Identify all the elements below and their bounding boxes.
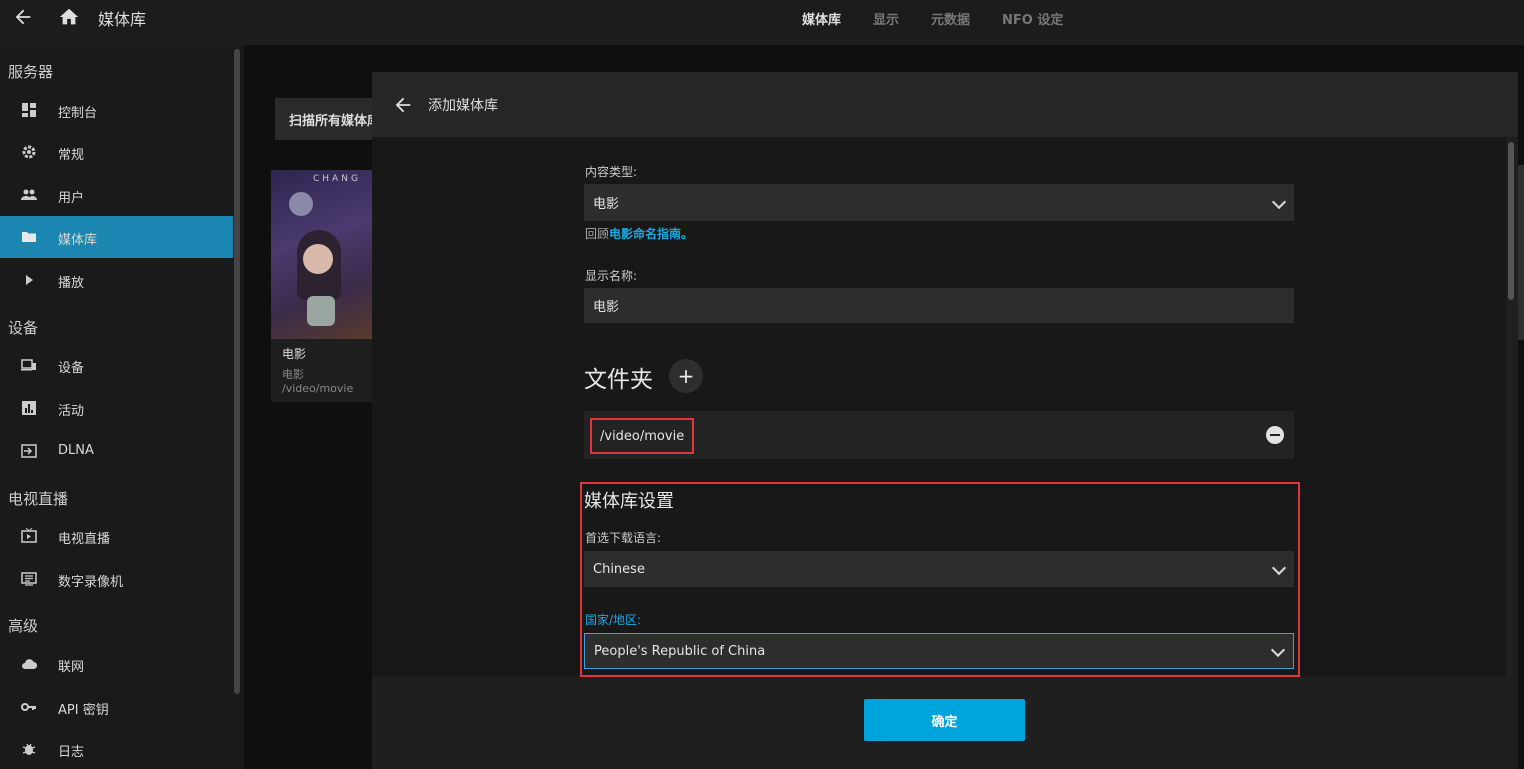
back-arrow-icon[interactable] (12, 6, 34, 28)
top-tabs: 媒体库 显示 元数据 NFO 设定 (786, 0, 1079, 32)
display-name-input[interactable]: 电影 (584, 288, 1294, 323)
content-type-label: 内容类型: (585, 165, 638, 179)
folders-heading: 文件夹 (584, 367, 653, 393)
activity-icon (22, 401, 36, 415)
preferred-language-value: Chinese (593, 561, 645, 577)
sidebar-item-livetv[interactable]: 电视直播 (0, 515, 233, 557)
section-advanced: 高级 (8, 617, 39, 635)
sidebar-item-label: 控制台 (58, 106, 98, 121)
sidebar-item-label: 电视直播 (58, 532, 111, 547)
sidebar-item-label: 媒体库 (58, 233, 98, 248)
sidebar-item-label: 设备 (58, 361, 85, 376)
sidebar-item-label: 联网 (58, 660, 85, 675)
sidebar-item-playback[interactable]: 播放 (0, 259, 233, 301)
plus-icon: + (677, 364, 695, 388)
tab-metadata[interactable]: 元数据 (915, 0, 986, 32)
live-tv-icon (21, 528, 37, 543)
back-arrow-icon[interactable] (392, 94, 414, 116)
sidebar-item-label: 常规 (58, 148, 85, 163)
tab-nfo-settings[interactable]: NFO 设定 (986, 0, 1079, 32)
sidebar-item-label: 播放 (58, 276, 85, 291)
scan-all-libraries-button[interactable]: 扫描所有媒体库 (275, 98, 385, 140)
add-library-dialog: 添加媒体库 内容类型: 电影 回顾电影命名指南。 显示名称: 电影 文件夹 + … (372, 72, 1518, 769)
sidebar-item-label: 活动 (58, 404, 85, 419)
sidebar-item-users[interactable]: 用户 (0, 174, 233, 216)
sidebar-item-label: DLNA (58, 443, 94, 458)
country-select[interactable]: People's Republic of China (584, 633, 1294, 669)
tab-libraries[interactable]: 媒体库 (786, 0, 857, 32)
sidebar-item-networking[interactable]: 联网 (0, 643, 233, 685)
add-folder-button[interactable]: + (669, 359, 703, 393)
library-name: 电影 (282, 347, 307, 361)
library-card[interactable]: CHANG 电影 电影 /video/movie (271, 170, 381, 402)
devices-icon (21, 359, 36, 371)
folder-icon (22, 232, 36, 242)
chevron-down-icon (1271, 560, 1287, 576)
sidebar-item-dashboard[interactable]: 控制台 (0, 89, 233, 131)
sidebar: 服务器 控制台 常规 用户 媒体库 播放 设备 设备 活动 DLNA 电视直播 … (0, 45, 244, 769)
sidebar-item-devices[interactable]: 设备 (0, 344, 233, 386)
chevron-down-icon (1271, 194, 1287, 209)
content-type-value: 电影 (593, 197, 620, 212)
library-path: /video/movie (282, 382, 354, 395)
section-livetv: 电视直播 (8, 490, 69, 508)
library-settings-heading: 媒体库设置 (584, 491, 674, 512)
preferred-language-select[interactable]: Chinese (584, 551, 1294, 587)
dialog-scrollbar[interactable] (1508, 142, 1514, 300)
dashboard-icon (22, 103, 36, 117)
sidebar-item-activity[interactable]: 活动 (0, 387, 233, 429)
moon-shape (289, 192, 313, 216)
bug-icon (22, 743, 36, 755)
section-devices: 设备 (8, 319, 39, 337)
section-server: 服务器 (8, 63, 54, 81)
users-icon (21, 189, 37, 200)
sidebar-item-general[interactable]: 常规 (0, 131, 233, 173)
preferred-language-label: 首选下载语言: (585, 531, 662, 545)
chevron-down-icon (1270, 642, 1286, 658)
library-poster[interactable]: CHANG (271, 170, 381, 339)
sidebar-item-apikeys[interactable]: API 密钥 (0, 686, 233, 728)
sidebar-item-label: 日志 (58, 745, 85, 760)
poster-face (303, 244, 333, 274)
key-icon (21, 703, 36, 711)
folder-path[interactable]: /video/movie (590, 418, 695, 454)
sidebar-item-label: API 密钥 (58, 703, 109, 718)
top-bar: 媒体库 媒体库 显示 元数据 NFO 设定 (0, 0, 1524, 45)
home-icon[interactable] (58, 6, 80, 28)
naming-guide-line: 回顾电影命名指南。 (585, 225, 693, 242)
sidebar-item-libraries[interactable]: 媒体库 (0, 216, 233, 258)
remove-folder-icon[interactable] (1266, 426, 1284, 444)
country-label: 国家/地区: (585, 613, 642, 627)
play-icon (26, 275, 33, 285)
page-title: 媒体库 (98, 10, 147, 29)
sidebar-item-dvr[interactable]: 数字录像机 (0, 558, 233, 600)
naming-guide-link[interactable]: 电影命名指南。 (609, 227, 693, 241)
poster-figure-small (307, 296, 335, 326)
library-type: 电影 (282, 368, 304, 381)
sidebar-item-label: 数字录像机 (58, 575, 124, 590)
dialog-header: 添加媒体库 (372, 72, 1518, 137)
sidebar-item-label: 用户 (58, 191, 85, 206)
sidebar-item-dlna[interactable]: DLNA (0, 430, 233, 472)
sidebar-item-logs[interactable]: 日志 (0, 728, 233, 769)
country-value: People's Republic of China (594, 643, 766, 659)
ok-button[interactable]: 确定 (864, 699, 1025, 741)
content-type-select[interactable]: 电影 (584, 184, 1294, 221)
cloud-icon (22, 659, 37, 670)
sidebar-scrollbar[interactable] (234, 49, 240, 694)
poster-title: CHANG (313, 174, 361, 184)
input-icon (21, 444, 37, 458)
gear-icon (22, 145, 36, 159)
dialog-title: 添加媒体库 (428, 98, 498, 114)
naming-guide-prefix: 回顾 (585, 227, 610, 241)
dvr-icon (21, 572, 37, 586)
tab-display[interactable]: 显示 (857, 0, 915, 32)
display-name-label: 显示名称: (585, 269, 638, 283)
